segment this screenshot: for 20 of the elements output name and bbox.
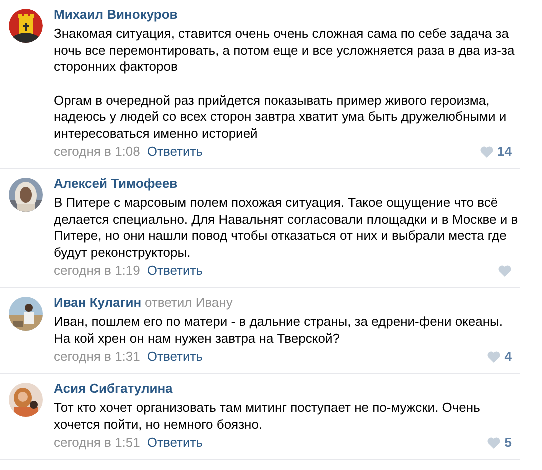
like-count: 4: [504, 348, 512, 364]
author-name[interactable]: Асия Сибгатулина: [54, 381, 173, 396]
like-count: 14: [498, 144, 512, 160]
heart-icon[interactable]: [480, 146, 494, 158]
author-name[interactable]: Иван Кулагин: [54, 295, 142, 310]
reply-link[interactable]: Ответить: [147, 144, 203, 160]
author-name[interactable]: Алексей Тимофеев: [54, 176, 178, 191]
like-count: 5: [504, 434, 512, 450]
heart-icon[interactable]: [486, 436, 501, 448]
comment-text: Оргам в очередной раз прийдется показывать пример живого героизма, надеюсь у людей со всех сторон завтра хватит ума быть дружелюбными и интересоваться именно историей: [54, 92, 508, 142]
comment-text: В Питере с марсовым полем похожая ситуация. Такое ощущение что всё делается специально. Для Навальнят согласовали площадки и в Москве и в Питере, но они нашли повод чтобы отказаться от них и выбрали места где будут реконструкторы.: [54, 195, 520, 261]
heart-icon[interactable]: [498, 264, 512, 276]
author-name[interactable]: Михаил Винокуров: [54, 7, 178, 22]
reply-link[interactable]: Ответить: [147, 434, 203, 450]
reply-link[interactable]: Ответить: [147, 262, 203, 278]
heart-icon[interactable]: [486, 350, 501, 362]
comment-text: Тот кто хочет организовать там митинг поступает не по-мужски. Очень хочется пойти, но немного боязно.: [54, 400, 482, 433]
comment-text: Знакомая ситуация, ставится очень очень сложная сама по себе задача за ночь все перемонтировать, а потом еще и все усложняется раза в два из-за сторонних факторов: [54, 26, 516, 76]
comment-text: Иван, пошлем его по матери - в дальние страны, за едрени-фени океаны. На кой хрен он нам нужен завтра на Тверской?: [54, 314, 504, 347]
reply-link[interactable]: Ответить: [147, 348, 203, 364]
